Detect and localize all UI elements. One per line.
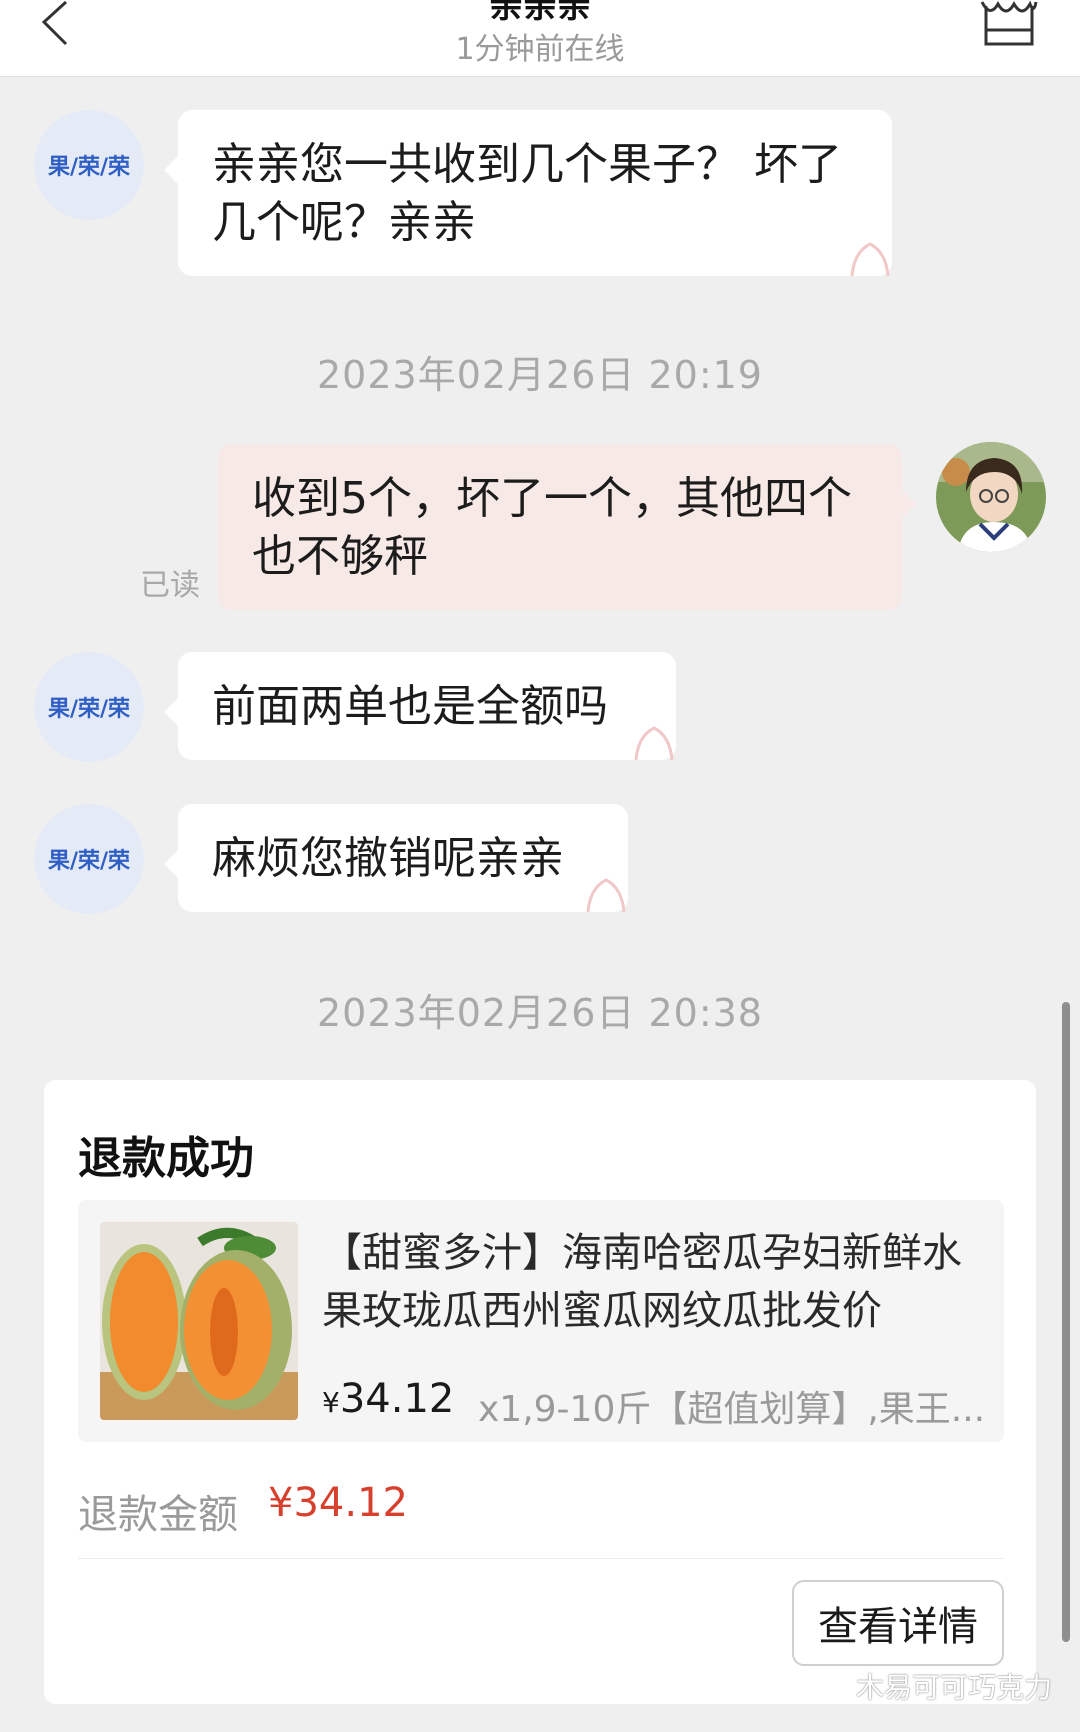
refund-amount-value: ¥34.12 <box>268 1480 408 1526</box>
currency-symbol: ¥ <box>322 1386 340 1419</box>
product-price: ¥34.12 <box>322 1376 454 1422</box>
pin-stamp-icon <box>634 726 674 760</box>
chat-header: 亲亲亲 1分钟前在线 <box>0 0 1080 77</box>
read-receipt: 已读 <box>140 568 200 603</box>
scrollbar[interactable] <box>1062 1002 1070 1642</box>
refund-status-title: 退款成功 <box>78 1133 254 1184</box>
message-text: 麻烦您撤销呢亲亲 <box>212 833 564 884</box>
product-spec: x1,9-10斤【超值划算】,果王... <box>478 1389 986 1430</box>
view-details-button[interactable]: 查看详情 <box>792 1580 1004 1666</box>
online-status: 1分钟前在线 <box>455 32 625 67</box>
refund-amount-label: 退款金额 <box>78 1492 238 1538</box>
message-bubble-incoming[interactable]: 麻烦您撤销呢亲亲 <box>164 804 628 912</box>
user-avatar[interactable] <box>936 442 1046 552</box>
product-image <box>100 1222 298 1420</box>
product-item[interactable]: 【甜蜜多汁】海南哈密瓜孕妇新鲜水果玫珑瓜西州蜜瓜网纹瓜批发价 ¥34.12 x1… <box>78 1200 1004 1442</box>
wechat-icon <box>808 1670 848 1701</box>
refund-card[interactable]: 退款成功 【甜蜜多汁】海南哈密瓜孕妇新鲜水果玫珑瓜西州蜜瓜网纹瓜批发价 ¥34.… <box>44 1080 1036 1704</box>
message-timestamp: 2023年02月26日 20:19 <box>316 353 763 397</box>
message-bubble-outgoing[interactable]: 收到5个，坏了一个，其他四个也不够秤 <box>218 444 916 610</box>
message-bubble-incoming[interactable]: 亲亲您一共收到几个果子？ 坏了几个呢？亲亲 <box>164 110 892 276</box>
shop-icon[interactable] <box>980 0 1038 48</box>
shop-avatar[interactable]: 果/荣/荣 <box>34 652 144 762</box>
message-bubble-incoming[interactable]: 前面两单也是全额吗 <box>164 652 676 760</box>
shop-avatar[interactable]: 果/荣/荣 <box>34 804 144 914</box>
pin-stamp-icon <box>850 242 890 276</box>
watermark-text: 木易可可巧克力 <box>856 1671 1053 1704</box>
divider <box>78 1558 1004 1559</box>
price-value: 34.12 <box>339 1376 455 1422</box>
shop-avatar[interactable]: 果/荣/荣 <box>34 110 144 220</box>
product-title: 【甜蜜多汁】海南哈密瓜孕妇新鲜水果玫珑瓜西州蜜瓜网纹瓜批发价 <box>322 1230 962 1334</box>
message-text: 亲亲您一共收到几个果子？ 坏了几个呢？亲亲 <box>212 139 842 248</box>
message-text: 前面两单也是全额吗 <box>212 681 608 732</box>
watermark: 木易可可巧克力 <box>808 1666 1052 1706</box>
shop-avatar-label: 果/荣/荣 <box>47 155 131 180</box>
pin-stamp-icon <box>586 878 626 912</box>
message-text: 收到5个，坏了一个，其他四个也不够秤 <box>252 473 852 582</box>
chat-screen: 亲亲亲 1分钟前在线 果/荣/荣 亲亲您一共收到几个果子？ 坏了几个呢？亲亲 2… <box>0 0 1080 1732</box>
message-timestamp: 2023年02月26日 20:38 <box>316 991 763 1035</box>
contact-name: 亲亲亲 <box>489 0 591 26</box>
shop-avatar-label: 果/荣/荣 <box>47 849 131 874</box>
shop-avatar-label: 果/荣/荣 <box>47 697 131 722</box>
